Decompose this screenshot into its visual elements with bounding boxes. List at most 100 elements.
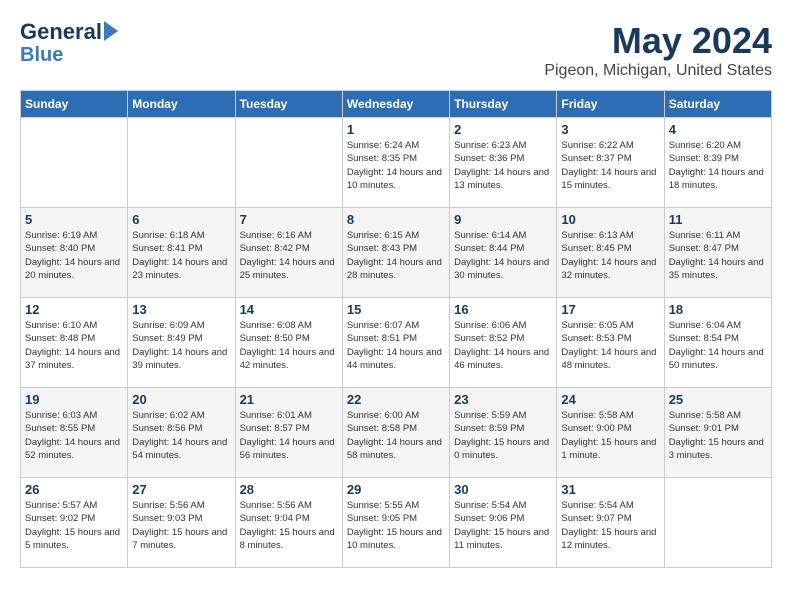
calendar-cell: 18 Sunrise: 6:04 AM Sunset: 8:54 PM Dayli…	[664, 298, 771, 388]
cell-content: Sunrise: 5:56 AM Sunset: 9:03 PM Dayligh…	[132, 499, 230, 552]
cell-content: Sunrise: 6:01 AM Sunset: 8:57 PM Dayligh…	[240, 409, 338, 462]
weekday-header: Thursday	[450, 91, 557, 118]
calendar-table: SundayMondayTuesdayWednesdayThursdayFrid…	[20, 90, 772, 568]
day-number: 1	[347, 122, 445, 137]
calendar-cell: 29 Sunrise: 5:55 AM Sunset: 9:05 PM Dayli…	[342, 478, 449, 568]
calendar-cell: 23 Sunrise: 5:59 AM Sunset: 8:59 PM Dayli…	[450, 388, 557, 478]
day-number: 30	[454, 482, 552, 497]
calendar-cell: 19 Sunrise: 6:03 AM Sunset: 8:55 PM Dayli…	[21, 388, 128, 478]
calendar-cell: 22 Sunrise: 6:00 AM Sunset: 8:58 PM Dayli…	[342, 388, 449, 478]
cell-content: Sunrise: 6:03 AM Sunset: 8:55 PM Dayligh…	[25, 409, 123, 462]
cell-content: Sunrise: 5:55 AM Sunset: 9:05 PM Dayligh…	[347, 499, 445, 552]
calendar-cell: 10 Sunrise: 6:13 AM Sunset: 8:45 PM Dayli…	[557, 208, 664, 298]
calendar-cell	[128, 118, 235, 208]
calendar-week-row: 26 Sunrise: 5:57 AM Sunset: 9:02 PM Dayli…	[21, 478, 772, 568]
calendar-cell: 17 Sunrise: 6:05 AM Sunset: 8:53 PM Dayli…	[557, 298, 664, 388]
calendar-cell: 21 Sunrise: 6:01 AM Sunset: 8:57 PM Dayli…	[235, 388, 342, 478]
cell-content: Sunrise: 6:08 AM Sunset: 8:50 PM Dayligh…	[240, 319, 338, 372]
logo: General Blue	[20, 20, 118, 66]
weekday-header: Sunday	[21, 91, 128, 118]
weekday-header: Monday	[128, 91, 235, 118]
day-number: 20	[132, 392, 230, 407]
calendar-cell	[664, 478, 771, 568]
cell-content: Sunrise: 5:58 AM Sunset: 9:00 PM Dayligh…	[561, 409, 659, 462]
calendar-cell: 2Sunrise: 6:23 AM Sunset: 8:36 PM Daylig…	[450, 118, 557, 208]
cell-content: Sunrise: 6:11 AM Sunset: 8:47 PM Dayligh…	[669, 229, 767, 282]
weekday-header: Tuesday	[235, 91, 342, 118]
cell-content: Sunrise: 6:04 AM Sunset: 8:54 PM Dayligh…	[669, 319, 767, 372]
day-number: 27	[132, 482, 230, 497]
calendar-cell	[21, 118, 128, 208]
cell-content: Sunrise: 6:05 AM Sunset: 8:53 PM Dayligh…	[561, 319, 659, 372]
day-number: 8	[347, 212, 445, 227]
day-number: 7	[240, 212, 338, 227]
cell-content: Sunrise: 5:56 AM Sunset: 9:04 PM Dayligh…	[240, 499, 338, 552]
calendar-cell: 26 Sunrise: 5:57 AM Sunset: 9:02 PM Dayli…	[21, 478, 128, 568]
cell-content: Sunrise: 6:19 AM Sunset: 8:40 PM Dayligh…	[25, 229, 123, 282]
cell-content: Sunrise: 6:06 AM Sunset: 8:52 PM Dayligh…	[454, 319, 552, 372]
calendar-cell: 27 Sunrise: 5:56 AM Sunset: 9:03 PM Dayli…	[128, 478, 235, 568]
title-block: May 2024 Pigeon, Michigan, United States	[544, 20, 772, 80]
day-number: 17	[561, 302, 659, 317]
cell-content: Sunrise: 6:02 AM Sunset: 8:56 PM Dayligh…	[132, 409, 230, 462]
cell-content: Sunrise: 6:07 AM Sunset: 8:51 PM Dayligh…	[347, 319, 445, 372]
calendar-cell: 16 Sunrise: 6:06 AM Sunset: 8:52 PM Dayli…	[450, 298, 557, 388]
day-number: 6	[132, 212, 230, 227]
calendar-cell: 13Sunrise: 6:09 AM Sunset: 8:49 PM Dayli…	[128, 298, 235, 388]
calendar-cell: 24 Sunrise: 5:58 AM Sunset: 9:00 PM Dayli…	[557, 388, 664, 478]
calendar-cell: 15 Sunrise: 6:07 AM Sunset: 8:51 PM Dayli…	[342, 298, 449, 388]
logo-arrow-icon	[104, 21, 118, 41]
calendar-cell: 5Sunrise: 6:19 AM Sunset: 8:40 PM Daylig…	[21, 208, 128, 298]
calendar-cell: 1 Sunrise: 6:24 AM Sunset: 8:35 PM Daylig…	[342, 118, 449, 208]
day-number: 15	[347, 302, 445, 317]
weekday-header: Saturday	[664, 91, 771, 118]
calendar-cell: 7 Sunrise: 6:16 AM Sunset: 8:42 PM Daylig…	[235, 208, 342, 298]
day-number: 29	[347, 482, 445, 497]
page-header: General Blue May 2024 Pigeon, Michigan, …	[20, 20, 772, 80]
day-number: 9	[454, 212, 552, 227]
cell-content: Sunrise: 6:22 AM Sunset: 8:37 PM Dayligh…	[561, 139, 659, 192]
calendar-week-row: 5Sunrise: 6:19 AM Sunset: 8:40 PM Daylig…	[21, 208, 772, 298]
day-number: 19	[25, 392, 123, 407]
day-number: 3	[561, 122, 659, 137]
cell-content: Sunrise: 6:14 AM Sunset: 8:44 PM Dayligh…	[454, 229, 552, 282]
cell-content: Sunrise: 6:00 AM Sunset: 8:58 PM Dayligh…	[347, 409, 445, 462]
day-number: 21	[240, 392, 338, 407]
calendar-week-row: 12 Sunrise: 6:10 AM Sunset: 8:48 PM Dayli…	[21, 298, 772, 388]
cell-content: Sunrise: 6:20 AM Sunset: 8:39 PM Dayligh…	[669, 139, 767, 192]
calendar-cell: 14Sunrise: 6:08 AM Sunset: 8:50 PM Dayli…	[235, 298, 342, 388]
cell-content: Sunrise: 6:09 AM Sunset: 8:49 PM Dayligh…	[132, 319, 230, 372]
weekday-header: Friday	[557, 91, 664, 118]
calendar-cell: 4Sunrise: 6:20 AM Sunset: 8:39 PM Daylig…	[664, 118, 771, 208]
calendar-cell: 9 Sunrise: 6:14 AM Sunset: 8:44 PM Daylig…	[450, 208, 557, 298]
calendar-title: May 2024	[544, 20, 772, 62]
cell-content: Sunrise: 6:16 AM Sunset: 8:42 PM Dayligh…	[240, 229, 338, 282]
weekday-header: Wednesday	[342, 91, 449, 118]
day-number: 22	[347, 392, 445, 407]
day-number: 10	[561, 212, 659, 227]
day-number: 11	[669, 212, 767, 227]
day-number: 12	[25, 302, 123, 317]
day-number: 23	[454, 392, 552, 407]
day-number: 16	[454, 302, 552, 317]
day-number: 31	[561, 482, 659, 497]
calendar-cell: 8 Sunrise: 6:15 AM Sunset: 8:43 PM Daylig…	[342, 208, 449, 298]
cell-content: Sunrise: 6:10 AM Sunset: 8:48 PM Dayligh…	[25, 319, 123, 372]
calendar-body: 1 Sunrise: 6:24 AM Sunset: 8:35 PM Daylig…	[21, 118, 772, 568]
cell-content: Sunrise: 5:57 AM Sunset: 9:02 PM Dayligh…	[25, 499, 123, 552]
day-number: 25	[669, 392, 767, 407]
cell-content: Sunrise: 5:54 AM Sunset: 9:06 PM Dayligh…	[454, 499, 552, 552]
day-number: 18	[669, 302, 767, 317]
day-number: 24	[561, 392, 659, 407]
calendar-cell: 3 Sunrise: 6:22 AM Sunset: 8:37 PM Daylig…	[557, 118, 664, 208]
cell-content: Sunrise: 6:15 AM Sunset: 8:43 PM Dayligh…	[347, 229, 445, 282]
day-number: 26	[25, 482, 123, 497]
calendar-cell: 28Sunrise: 5:56 AM Sunset: 9:04 PM Dayli…	[235, 478, 342, 568]
cell-content: Sunrise: 5:59 AM Sunset: 8:59 PM Dayligh…	[454, 409, 552, 462]
calendar-cell: 20 Sunrise: 6:02 AM Sunset: 8:56 PM Dayli…	[128, 388, 235, 478]
cell-content: Sunrise: 6:23 AM Sunset: 8:36 PM Dayligh…	[454, 139, 552, 192]
cell-content: Sunrise: 5:58 AM Sunset: 9:01 PM Dayligh…	[669, 409, 767, 462]
cell-content: Sunrise: 6:13 AM Sunset: 8:45 PM Dayligh…	[561, 229, 659, 282]
cell-content: Sunrise: 6:24 AM Sunset: 8:35 PM Dayligh…	[347, 139, 445, 192]
calendar-cell: 31Sunrise: 5:54 AM Sunset: 9:07 PM Dayli…	[557, 478, 664, 568]
